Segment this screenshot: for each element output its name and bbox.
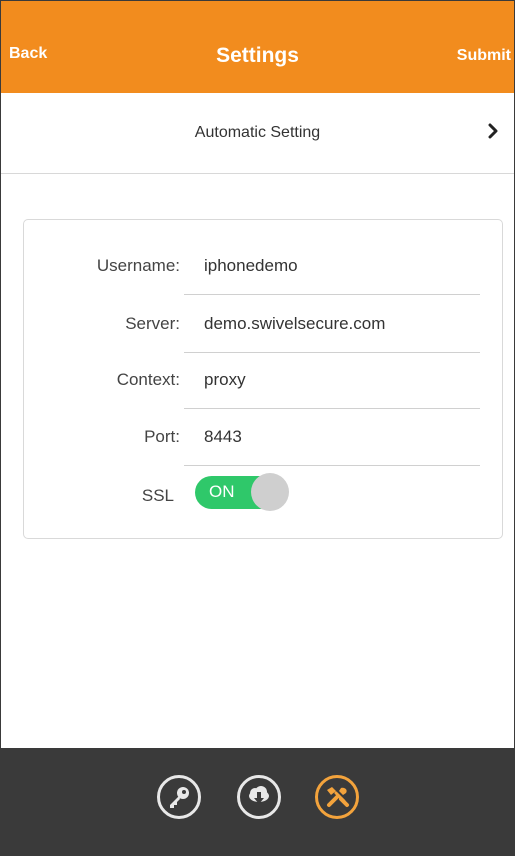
username-label: Username: <box>96 256 180 275</box>
page-title: Settings <box>216 44 299 67</box>
ssl-toggle[interactable]: ON <box>195 473 289 513</box>
tools-icon <box>327 787 349 807</box>
tab-key[interactable] <box>157 775 201 819</box>
username-value[interactable]: iphonedemo <box>204 256 298 276</box>
server-field[interactable]: Server: demo.swivelsecure.com <box>24 300 502 353</box>
context-label: Context: <box>116 370 180 389</box>
settings-panel: Username: iphonedemo Server: demo.swivel… <box>23 219 503 539</box>
tab-tools[interactable] <box>315 775 359 819</box>
context-field[interactable]: Context: proxy <box>24 356 502 409</box>
toggle-knob[interactable] <box>251 473 289 511</box>
cloud-download-icon <box>249 786 269 804</box>
toggle-state-label: ON <box>209 482 235 501</box>
chevron-right-icon <box>488 123 498 139</box>
divider <box>184 294 480 295</box>
app-frame: Back Settings Submit Automatic Setting U… <box>0 0 515 856</box>
ssl-label: SSL <box>141 486 174 505</box>
context-value[interactable]: proxy <box>204 370 246 390</box>
server-value[interactable]: demo.swivelsecure.com <box>204 314 385 334</box>
tab-cloud-download[interactable] <box>237 775 281 819</box>
divider <box>184 465 480 466</box>
submit-button[interactable]: Submit <box>457 47 511 65</box>
port-field[interactable]: Port: 8443 <box>24 413 502 466</box>
port-label: Port: <box>144 427 180 446</box>
header-bar: Back Settings Submit <box>1 1 514 93</box>
server-label: Server: <box>125 314 180 333</box>
divider <box>184 408 480 409</box>
port-value[interactable]: 8443 <box>204 427 242 447</box>
key-icon <box>170 787 189 808</box>
bottom-tab-bar <box>1 748 514 855</box>
username-field[interactable]: Username: iphonedemo <box>24 242 502 295</box>
automatic-setting-row[interactable]: Automatic Setting <box>1 93 514 174</box>
divider <box>184 352 480 353</box>
automatic-setting-label: Automatic Setting <box>194 124 321 141</box>
